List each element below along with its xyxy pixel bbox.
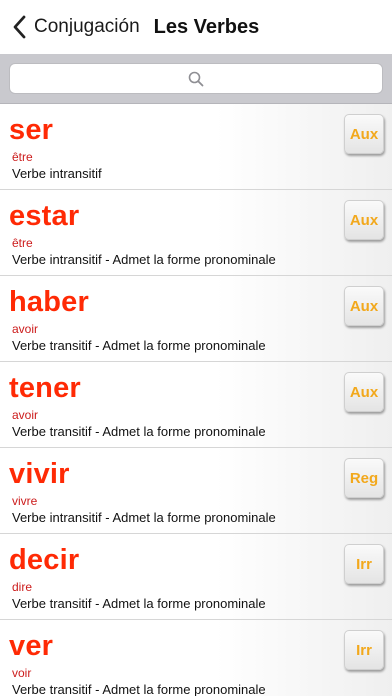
- verb-type-badge[interactable]: Aux: [344, 114, 384, 154]
- verb-name: ser: [9, 114, 54, 146]
- verb-description: Verbe transitif - Admet la forme pronomi…: [12, 682, 266, 696]
- verb-name: haber: [9, 286, 89, 318]
- verb-name: decir: [9, 544, 80, 576]
- list-item[interactable]: estar être Verbe intransitif - Admet la …: [0, 190, 392, 276]
- back-button[interactable]: Conjugación: [0, 0, 140, 54]
- list-item[interactable]: decir dire Verbe transitif - Admet la fo…: [0, 534, 392, 620]
- verb-type-badge[interactable]: Aux: [344, 372, 384, 412]
- list-item[interactable]: haber avoir Verbe transitif - Admet la f…: [0, 276, 392, 362]
- verb-description: Verbe transitif - Admet la forme pronomi…: [12, 596, 266, 611]
- verb-type-badge[interactable]: Reg: [344, 458, 384, 498]
- verb-translation: avoir: [12, 322, 39, 336]
- verb-type-badge[interactable]: Aux: [344, 286, 384, 326]
- verb-translation: vivre: [12, 494, 38, 508]
- chevron-left-icon: [8, 13, 30, 41]
- verb-description: Verbe intransitif - Admet la forme prono…: [12, 510, 276, 525]
- list-item[interactable]: tener avoir Verbe transitif - Admet la f…: [0, 362, 392, 448]
- verb-list: ser être Verbe intransitif Aux estar êtr…: [0, 104, 392, 696]
- verb-translation: dire: [12, 580, 33, 594]
- verb-type-badge[interactable]: Aux: [344, 200, 384, 240]
- verb-translation: être: [12, 150, 33, 164]
- search-field[interactable]: [9, 63, 383, 94]
- verb-name: estar: [9, 200, 80, 232]
- verb-translation: être: [12, 236, 33, 250]
- verb-name: vivir: [9, 458, 70, 490]
- verb-type-badge[interactable]: Irr: [344, 544, 384, 584]
- list-item[interactable]: vivir vivre Verbe intransitif - Admet la…: [0, 448, 392, 534]
- verb-name: tener: [9, 372, 81, 404]
- search-bar: [0, 54, 392, 104]
- verb-name: ver: [9, 630, 54, 662]
- verb-type-badge[interactable]: Irr: [344, 630, 384, 670]
- navigation-bar: Conjugación Les Verbes: [0, 0, 392, 54]
- verb-description: Verbe intransitif - Admet la forme prono…: [12, 252, 276, 267]
- search-input[interactable]: [10, 64, 382, 93]
- verb-description: Verbe transitif - Admet la forme pronomi…: [12, 338, 266, 353]
- verb-translation: avoir: [12, 408, 39, 422]
- verb-description: Verbe transitif - Admet la forme pronomi…: [12, 424, 266, 439]
- verb-description: Verbe intransitif: [12, 166, 102, 181]
- verb-translation: voir: [12, 666, 32, 680]
- back-label: Conjugación: [34, 16, 140, 37]
- page-title: Les Verbes: [153, 15, 260, 38]
- list-item[interactable]: ver voir Verbe transitif - Admet la form…: [0, 620, 392, 696]
- list-item[interactable]: ser être Verbe intransitif Aux: [0, 104, 392, 190]
